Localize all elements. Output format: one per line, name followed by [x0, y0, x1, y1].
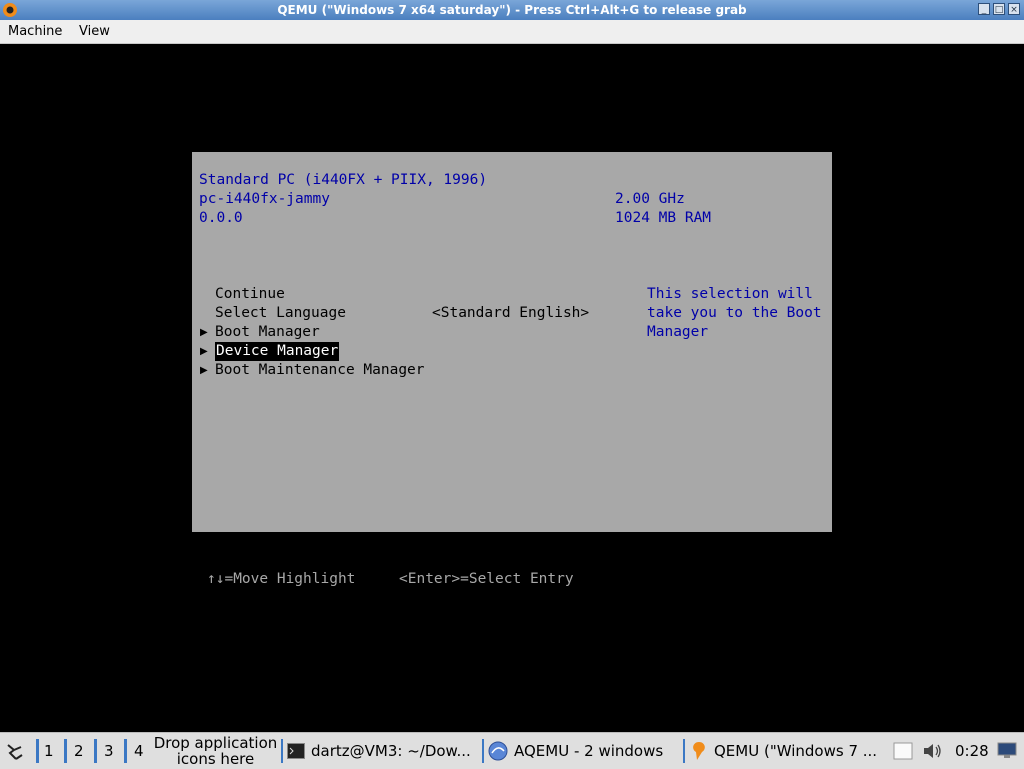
start-menu-icon[interactable]	[4, 741, 26, 763]
menu-select-language[interactable]: Select Language	[215, 304, 346, 323]
close-button[interactable]: ×	[1008, 3, 1020, 15]
menu-view[interactable]: View	[79, 24, 110, 39]
submenu-arrow-icon: ▶	[200, 346, 208, 357]
help-text-line-2: take you to the Boot	[647, 305, 822, 321]
submenu-arrow-icon: ▶	[200, 327, 208, 338]
maximize-button[interactable]: □	[993, 3, 1005, 15]
clock[interactable]: 0:28	[955, 733, 989, 769]
menu-boot-manager[interactable]: Boot Manager	[215, 323, 320, 342]
submenu-arrow-icon: ▶	[200, 365, 208, 376]
machine-type: pc-i440fx-jammy	[199, 191, 330, 207]
desktop-1-button[interactable]: 1	[44, 733, 54, 769]
system-name: Standard PC (i440FX + PIIX, 1996)	[199, 172, 488, 188]
task-aqemu-label: AQEMU - 2 windows	[514, 742, 664, 760]
menu-device-manager[interactable]: Device Manager	[215, 342, 340, 361]
task-terminal[interactable]: dartz@VM3: ~/Dow...	[287, 737, 477, 765]
desktop-2-button[interactable]: 2	[74, 733, 84, 769]
taskbar: 1 2 3 4 Drop application icons here dart…	[0, 732, 1024, 769]
task-terminal-label: dartz@VM3: ~/Dow...	[311, 742, 471, 760]
task-aqemu[interactable]: AQEMU - 2 windows	[488, 737, 678, 765]
launcher-text-line-2: icons here	[176, 750, 255, 768]
menu-boot-maintenance-manager[interactable]: Boot Maintenance Manager	[215, 361, 425, 380]
launcher-dropzone[interactable]: Drop application icons here	[153, 735, 278, 767]
help-text-line-3: Manager	[647, 324, 709, 340]
minimize-button[interactable]: _	[978, 3, 990, 15]
cpu-speed: 2.00 GHz	[615, 191, 685, 207]
hint-select-entry: <Enter>=Select Entry	[399, 571, 574, 587]
firmware-version: 0.0.0	[199, 210, 243, 226]
task-qemu-label: QEMU ("Windows 7 ...	[714, 742, 878, 760]
network-icon[interactable]	[997, 742, 1017, 760]
terminal-icon	[287, 743, 305, 759]
task-qemu[interactable]: QEMU ("Windows 7 ...	[690, 737, 882, 765]
memory-size: 1024 MB RAM	[615, 210, 712, 226]
language-value[interactable]: <Standard English>	[432, 304, 589, 323]
desktop-4-button[interactable]: 4	[134, 733, 144, 769]
notes-icon[interactable]	[893, 742, 913, 760]
menu-continue[interactable]: Continue	[215, 285, 285, 304]
launcher-text-line-1: Drop application	[153, 734, 278, 752]
menubar: Machine View	[0, 20, 1024, 44]
hint-move-highlight: ↑↓=Move Highlight	[207, 571, 356, 587]
qemu-icon	[693, 742, 705, 760]
volume-icon[interactable]	[922, 741, 944, 761]
window-title: QEMU ("Windows 7 x64 saturday") - Press …	[277, 3, 747, 17]
menu-machine[interactable]: Machine	[8, 24, 62, 39]
help-text-line-1: This selection will	[647, 286, 813, 302]
window-titlebar[interactable]: QEMU ("Windows 7 x64 saturday") - Press …	[0, 0, 1024, 20]
bios-setup-panel: Standard PC (i440FX + PIIX, 1996) pc-i44…	[192, 152, 832, 532]
aqemu-icon	[488, 741, 508, 761]
desktop-3-button[interactable]: 3	[104, 733, 114, 769]
